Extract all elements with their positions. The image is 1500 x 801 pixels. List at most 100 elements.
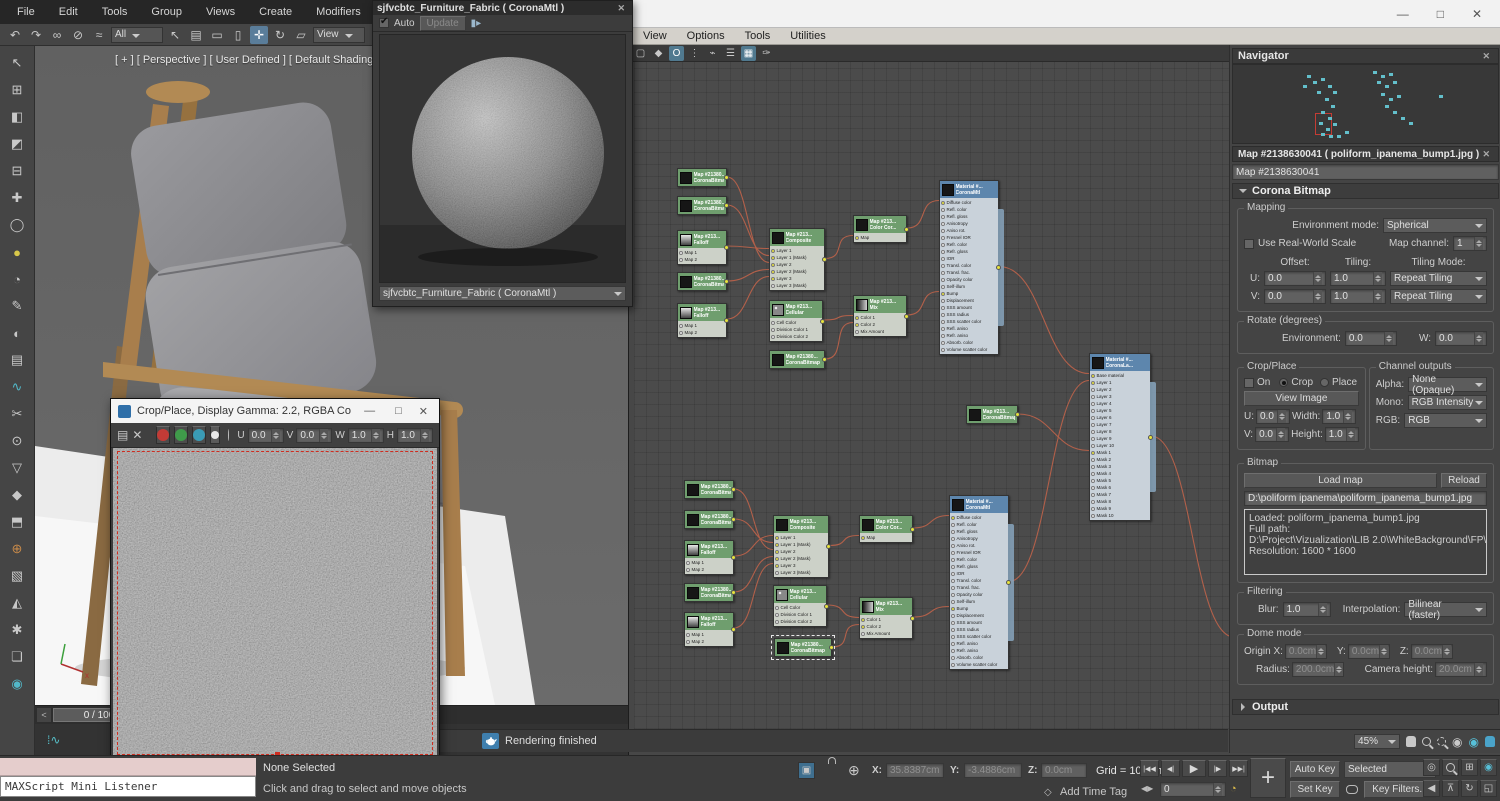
bitmap-path-field[interactable]: D:\poliform ipanema\poliform_ipanema_bum…: [1244, 491, 1487, 506]
undo-icon[interactable]: ↶: [6, 26, 24, 44]
select-object-icon[interactable]: ↖: [166, 26, 184, 44]
slot-socket-icon[interactable]: [1091, 395, 1095, 399]
transform-gizmo-icon[interactable]: ⊕: [848, 762, 860, 779]
slot-socket-icon[interactable]: [951, 649, 955, 653]
slot-socket-icon[interactable]: [1091, 437, 1095, 441]
slot-socket-icon[interactable]: [951, 635, 955, 639]
node-input-slot[interactable]: Absorb. color: [940, 339, 998, 346]
slot-socket-icon[interactable]: [951, 593, 955, 597]
slot-socket-icon[interactable]: [951, 530, 955, 534]
map-channel-field[interactable]: 1: [1453, 236, 1487, 251]
rectangular-selection-icon[interactable]: ▭: [208, 26, 226, 44]
material-node-n3[interactable]: Map #213...FalloffMap 1Map 2: [677, 230, 727, 265]
node-input-slot[interactable]: Refl. gloss: [950, 528, 1008, 535]
left-tool-half2-icon[interactable]: ⬒: [4, 509, 30, 535]
slot-socket-icon[interactable]: [1091, 402, 1095, 406]
left-tool-quarter-icon[interactable]: ◔: [4, 266, 30, 292]
z-coord-field[interactable]: 0.0cm: [1041, 763, 1087, 778]
rgb-dropdown[interactable]: RGB: [1404, 413, 1487, 428]
node-input-slot[interactable]: Mask 1: [1090, 449, 1150, 456]
node-input-slot[interactable]: Color 1: [854, 314, 906, 321]
slate-list-icon[interactable]: ☰: [723, 46, 738, 61]
slot-socket-icon[interactable]: [861, 632, 865, 636]
reload-button[interactable]: Reload: [1441, 473, 1487, 488]
node-input-slot[interactable]: Transl. frac.: [940, 269, 998, 276]
slot-socket-icon[interactable]: [941, 327, 945, 331]
rotate-w-field[interactable]: 0.0: [1435, 331, 1487, 346]
macro-recorder-pane[interactable]: [0, 758, 256, 776]
material-node-n21[interactable]: Map #213...CellularCell ColorDivision Co…: [773, 585, 827, 627]
node-input-slot[interactable]: Absorb. color: [950, 654, 1008, 661]
node-input-slot[interactable]: Map 1: [678, 249, 726, 256]
crop-h-field[interactable]: 1.0: [397, 428, 433, 443]
left-tool-circle-icon[interactable]: ◯: [4, 212, 30, 238]
slot-socket-icon[interactable]: [941, 236, 945, 240]
node-input-slot[interactable]: Division Color 1: [774, 611, 826, 618]
place-radio[interactable]: [1320, 378, 1329, 387]
crop-w-field[interactable]: 1.0: [348, 428, 384, 443]
slot-socket-icon[interactable]: [775, 564, 779, 568]
slot-socket-icon[interactable]: [1091, 458, 1095, 462]
node-input-slot[interactable]: Division Color 2: [770, 333, 822, 340]
material-node-n14[interactable]: Map #21380...CoronaBitmap: [684, 480, 734, 499]
node-input-slot[interactable]: Layer 2 (Mask): [770, 268, 824, 275]
next-key-button[interactable]: |▶: [1208, 760, 1227, 777]
select-and-move-icon[interactable]: ✛: [250, 26, 268, 44]
update-button[interactable]: Update: [420, 16, 466, 31]
spinner-icon[interactable]: [371, 429, 380, 442]
slot-socket-icon[interactable]: [1091, 423, 1095, 427]
node-input-slot[interactable]: Cell Color: [774, 604, 826, 611]
viewport-label[interactable]: [ + ] [ Perspective ] [ User Defined ] […: [115, 54, 379, 66]
node-output-socket-icon[interactable]: [824, 604, 829, 609]
slot-socket-icon[interactable]: [941, 201, 945, 205]
slot-socket-icon[interactable]: [941, 334, 945, 338]
node-output-socket-icon[interactable]: [724, 245, 729, 250]
node-input-slot[interactable]: Color 1: [860, 616, 912, 623]
slot-socket-icon[interactable]: [771, 328, 775, 332]
node-output-socket-icon[interactable]: [731, 590, 736, 595]
slot-socket-icon[interactable]: [941, 264, 945, 268]
slot-socket-icon[interactable]: [686, 568, 690, 572]
slate-wand-icon[interactable]: ✑: [759, 46, 774, 61]
material-node-n22[interactable]: Map #213...MixColor 1Color 2Mix Amount: [859, 597, 913, 639]
map-name-field[interactable]: Map #2138630041: [1232, 164, 1499, 180]
go-to-start-button[interactable]: |◀◀: [1140, 760, 1159, 777]
blue-channel-icon[interactable]: [192, 426, 206, 444]
red-channel-icon[interactable]: [156, 426, 170, 444]
x-coord-field[interactable]: 35.8387cm: [886, 763, 944, 778]
slate-select-icon[interactable]: ▢: [633, 46, 648, 61]
slot-socket-icon[interactable]: [771, 249, 775, 253]
mono-channel-icon[interactable]: [228, 429, 229, 441]
slot-socket-icon[interactable]: [941, 250, 945, 254]
slot-socket-icon[interactable]: [771, 256, 775, 260]
slate-connector-icon[interactable]: ⌁: [705, 46, 720, 61]
u-tiling-mode-dropdown[interactable]: Repeat Tiling: [1390, 271, 1487, 286]
material-node-n17[interactable]: Map #21380...CoronaBitmap: [684, 583, 734, 602]
crop-close-button[interactable]: ✕: [415, 405, 432, 418]
slot-socket-icon[interactable]: [941, 222, 945, 226]
crop-on-checkbox[interactable]: [1244, 378, 1254, 388]
node-input-slot[interactable]: Self-illum: [950, 598, 1008, 605]
slate-grid-icon[interactable]: ▦: [741, 46, 756, 61]
minimize-button[interactable]: —: [1397, 7, 1409, 21]
slot-socket-icon[interactable]: [861, 618, 865, 622]
material-node-n13[interactable]: Material #...CoronaLa...Base materialLay…: [1089, 353, 1151, 521]
node-input-slot[interactable]: Map 2: [678, 329, 726, 336]
rotate-environment-field[interactable]: 0.0: [1345, 331, 1397, 346]
zoom-all-icon[interactable]: ⊞: [1461, 759, 1478, 776]
node-input-slot[interactable]: Cell Color: [770, 319, 822, 326]
node-input-slot[interactable]: Refr. aniso: [940, 332, 998, 339]
zoom-extents-selected-icon[interactable]: ◉: [1469, 735, 1479, 749]
node-input-slot[interactable]: Map 2: [685, 566, 733, 573]
render-settings-icon[interactable]: ▮▸: [471, 18, 482, 29]
crop-region-outline[interactable]: [117, 451, 433, 755]
node-output-socket-icon[interactable]: [904, 227, 909, 232]
crop-texture-image[interactable]: [113, 448, 437, 758]
node-input-slot[interactable]: Transl. color: [940, 262, 998, 269]
corona-bitmap-rollout[interactable]: Corona Bitmap: [1232, 183, 1499, 199]
maximize-viewport-icon[interactable]: ◱: [1480, 780, 1497, 797]
slot-socket-icon[interactable]: [1091, 486, 1095, 490]
pan-to-selected-icon[interactable]: [1485, 736, 1495, 747]
auto-update-checkbox[interactable]: [379, 18, 389, 28]
slot-socket-icon[interactable]: [1091, 451, 1095, 455]
